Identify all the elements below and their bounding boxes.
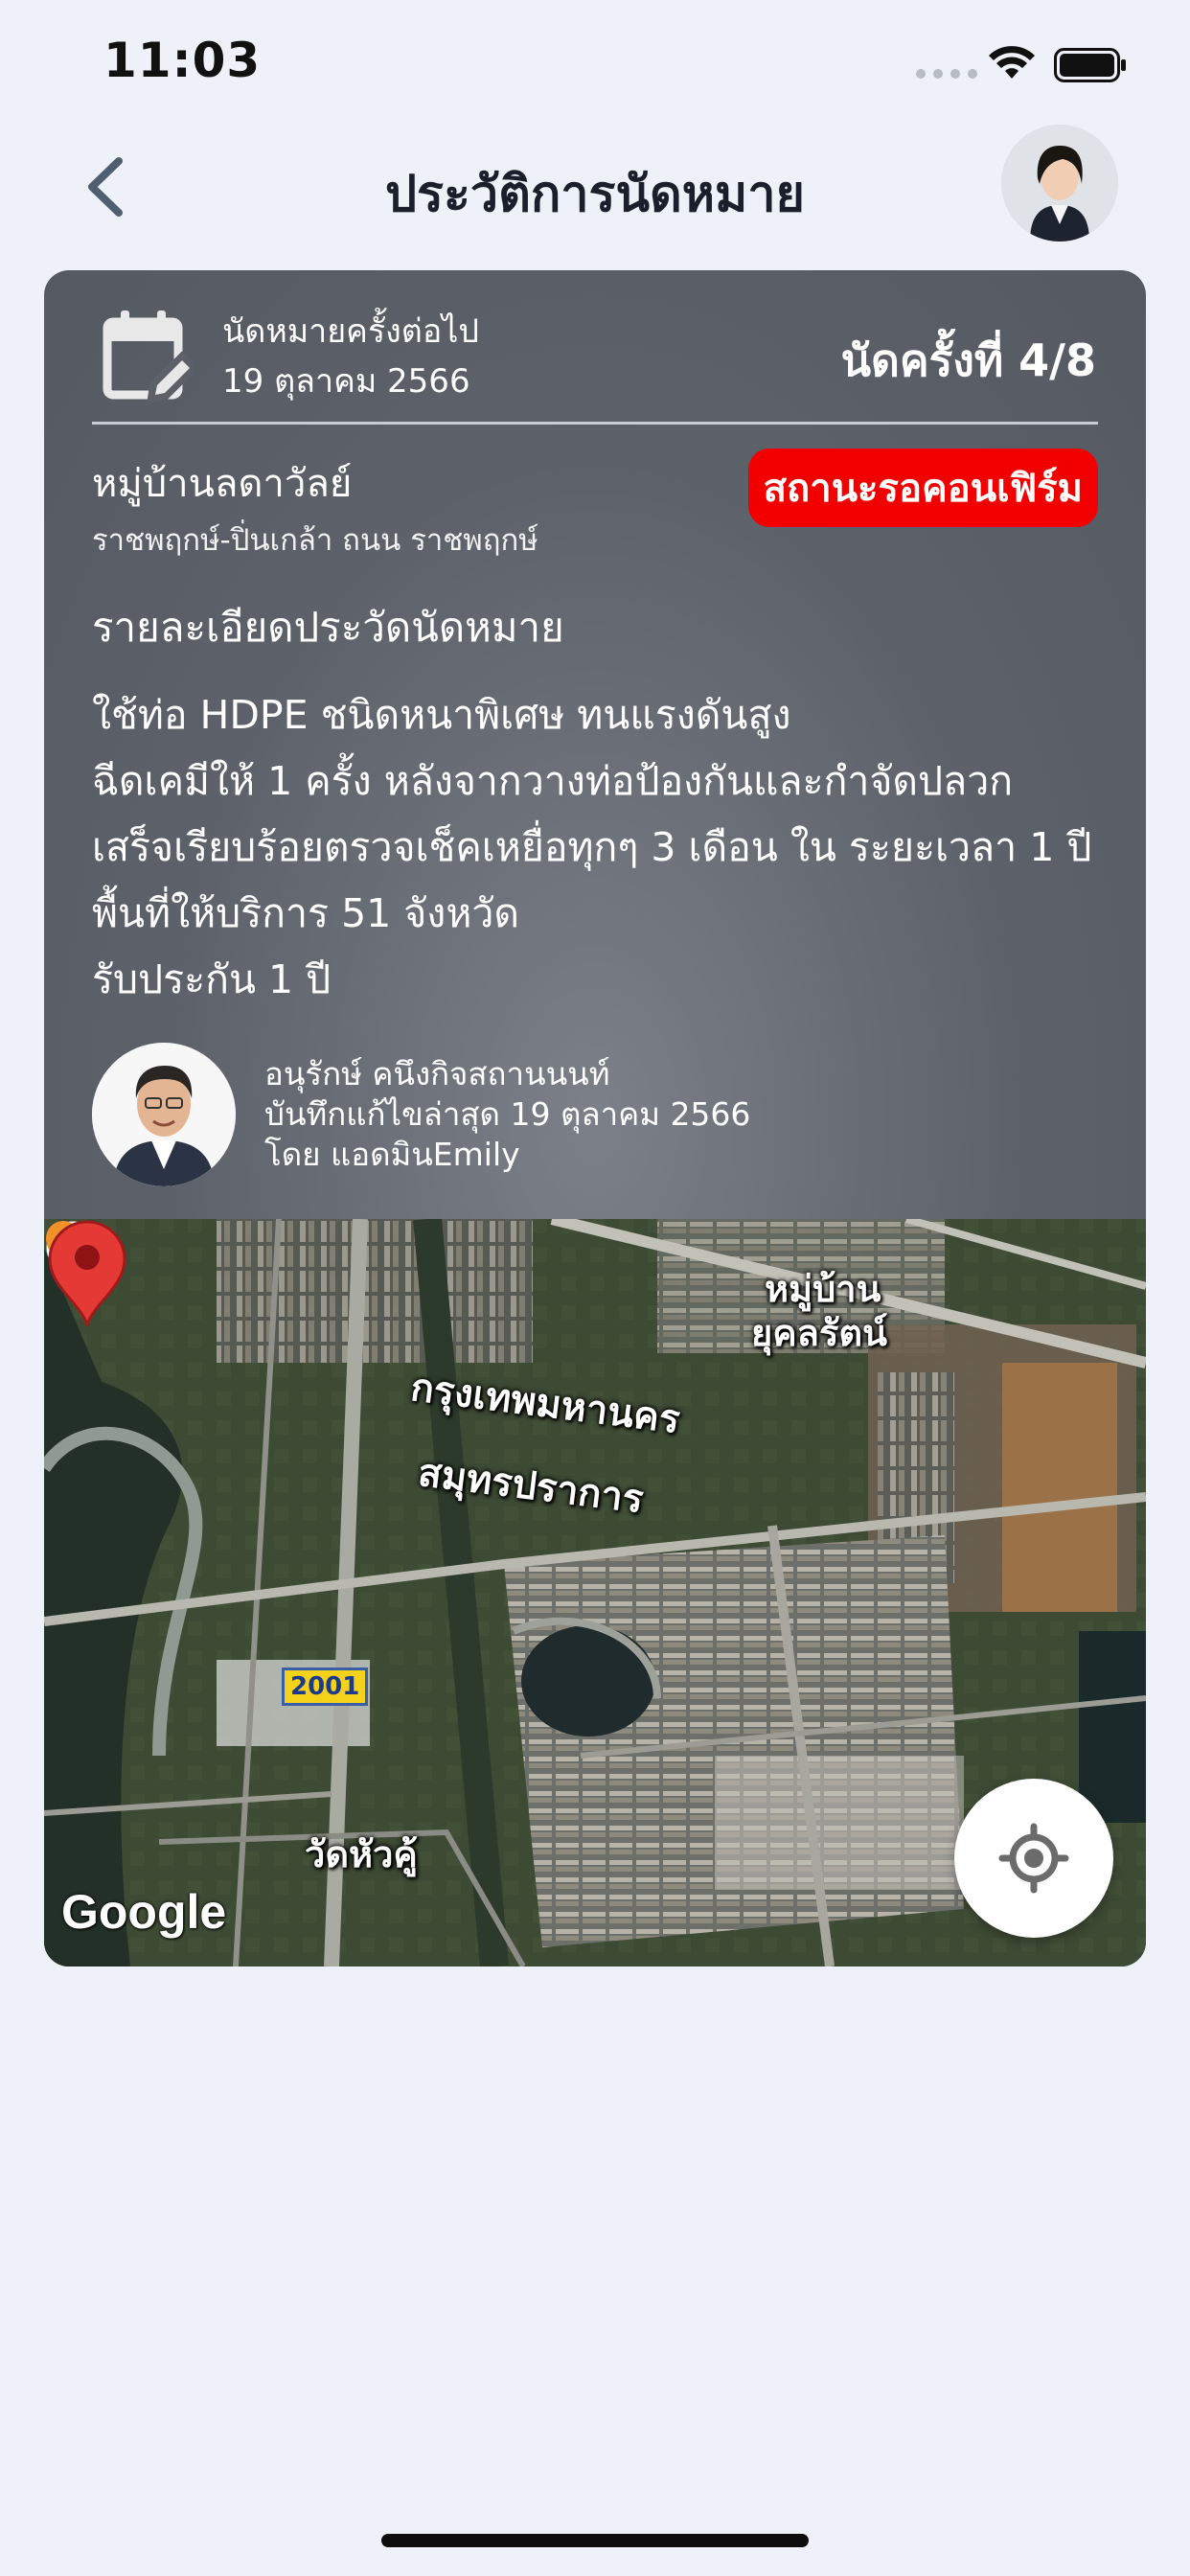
village-name: หมู่บ้านลดาวัลย์ [92, 462, 353, 506]
divider [92, 422, 1098, 425]
address: ราชพฤกษ์-ปิ่นเกล้า ถนน ราชพฤกษ์ [92, 523, 538, 558]
details-title: รายละเอียดประวัดนัดหมาย [92, 604, 564, 651]
calendar-edit-icon [103, 310, 194, 403]
map-label-village-name: ยุคลรัตน์ [751, 1312, 888, 1354]
status-bar: 11:03 [0, 0, 1190, 125]
appointment-card: นัดหมายครั้งต่อไป 19 ตุลาคม 2566 นัดครั้… [44, 270, 1146, 1966]
battery-icon [1054, 48, 1126, 82]
cellular-signal-icon [916, 69, 977, 79]
map-label-temple: วัดหัวคู้ [305, 1833, 418, 1875]
details-line: ฉีดเคมีให้ 1 ครั้ง หลังจากวางท่อป้องกันแ… [92, 758, 1014, 804]
crosshair-icon [998, 1823, 1069, 1894]
road-number-badge: 2001 [282, 1668, 369, 1706]
home-indicator[interactable] [381, 2534, 809, 2547]
status-time: 11:03 [103, 33, 262, 88]
details-line: พื้นที่ให้บริการ 51 จังหวัด [92, 890, 519, 936]
details-list: ใช้ท่อ HDPE ชนิดหนาพิเศษ ทนแรงดันสูง ฉีด… [92, 682, 1127, 1013]
status-badge: สถานะรอคอนเฟิร์ม [747, 448, 1098, 527]
details-line: รับประกัน 1 ปี [92, 956, 332, 1002]
edited-by: โดย แอดมินEmily [264, 1136, 520, 1173]
author-avatar [92, 1043, 236, 1186]
next-appointment-date: 19 ตุลาคม 2566 [222, 362, 470, 401]
details-line: เสร็จเรียบร้อยตรวจเช็คเหยื่อทุกๆ 3 เดือน… [92, 824, 1092, 870]
map-view[interactable]: หมู่บ้าน ยุคลรัตน์ กรุงเทพมหานคร สมุทรปร… [44, 1219, 1146, 1966]
next-appointment-label: นัดหมายครั้งต่อไป [222, 312, 479, 351]
location-pin-icon[interactable] [44, 1219, 130, 1326]
wifi-icon [989, 46, 1035, 79]
visit-count: นัดครั้งที่ 4/8 [840, 334, 1096, 386]
google-logo: Google [61, 1885, 227, 1939]
user-avatar[interactable] [1001, 125, 1118, 242]
details-line: ใช้ท่อ HDPE ชนิดหนาพิเศษ ทนแรงดันสูง [92, 692, 791, 738]
appointment-summary: นัดหมายครั้งต่อไป 19 ตุลาคม 2566 นัดครั้… [44, 270, 1146, 1219]
my-location-button[interactable] [954, 1779, 1113, 1938]
